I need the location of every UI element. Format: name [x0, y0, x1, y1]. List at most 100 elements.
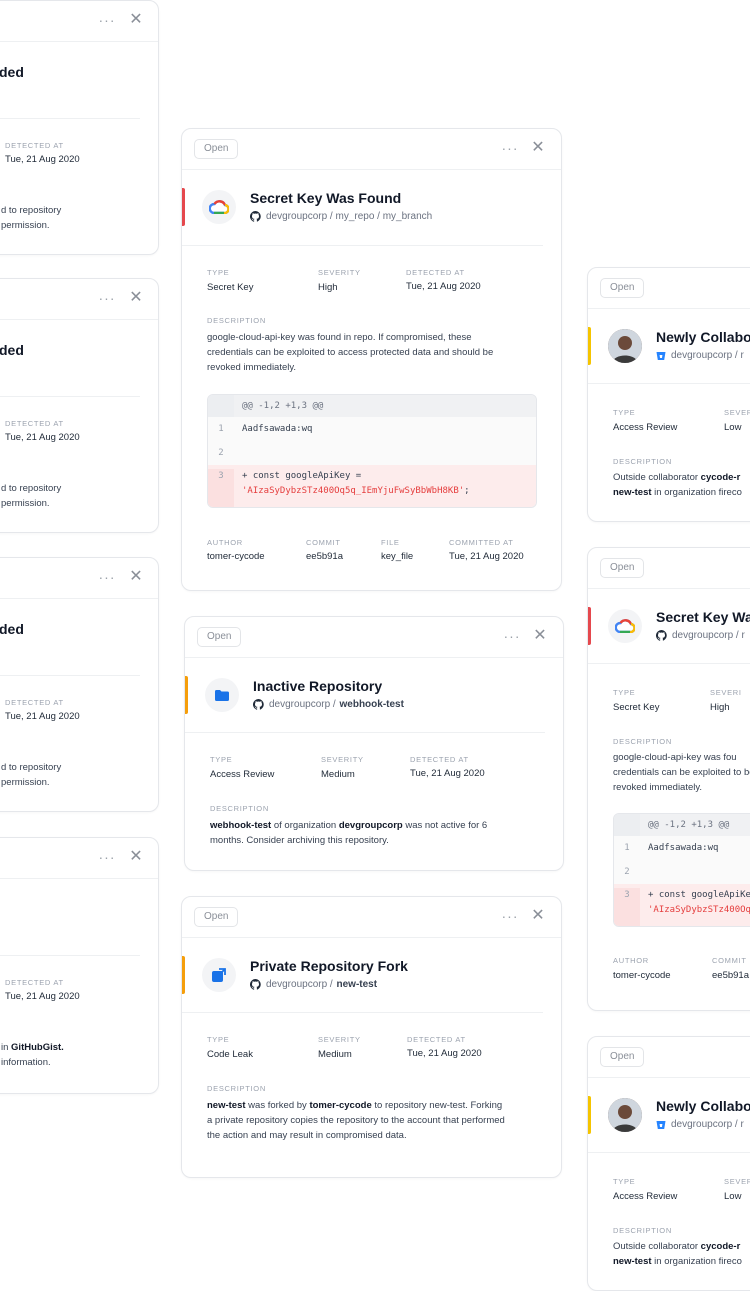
- alert-card-right-collab-2[interactable]: Open Newly Collabo devgroupcorp / r TYPE…: [587, 1036, 750, 1291]
- status-badge[interactable]: Open: [600, 558, 645, 578]
- alert-title: Private Repository Fork: [250, 958, 408, 974]
- severity-accent: [185, 676, 188, 714]
- detected-label: DETECTED AT: [5, 698, 64, 707]
- card-header: ··· ✕: [0, 558, 158, 599]
- close-icon[interactable]: ✕: [126, 11, 146, 31]
- avatar: [608, 329, 642, 363]
- repo-path[interactable]: devgroupcorp / my_repo / my_branch: [250, 211, 432, 222]
- google-cloud-icon: [202, 190, 236, 224]
- alert-description: d to repository permission.: [1, 760, 158, 790]
- alert-card-right-collab-1[interactable]: Open Newly Collabo devgroupcorp / r TYPE…: [587, 267, 750, 522]
- author-value[interactable]: tomer-cycode: [613, 970, 671, 981]
- diff-hunk-text: @@ -1,2 +1,3 @@: [242, 401, 324, 411]
- detected-value: Tue, 21 Aug 2020: [5, 711, 80, 722]
- repo-path-text: devgroupcorp / r: [671, 350, 744, 361]
- alert-title: Secret Key Wa: [656, 609, 750, 625]
- type-value: Access Review: [210, 769, 275, 780]
- type-label: TYPE: [613, 1177, 636, 1186]
- type-value: Secret Key: [613, 702, 660, 713]
- close-icon[interactable]: ✕: [530, 627, 550, 647]
- desc-text: permission.: [1, 777, 50, 788]
- repo-path[interactable]: devgroupcorp / webhook-test: [253, 699, 404, 710]
- detected-label: DETECTED AT: [5, 419, 64, 428]
- commit-label: COMMIT: [306, 538, 341, 547]
- alert-title: ded: [0, 64, 24, 80]
- author-label: AUTHOR: [207, 538, 243, 547]
- desc-text: was forked by: [245, 1100, 310, 1111]
- file-value[interactable]: key_file: [381, 551, 413, 562]
- diff-line: 2: [614, 860, 750, 884]
- alert-card-left-3[interactable]: ··· ✕ ded DETECTED AT Tue, 21 Aug 2020 d…: [0, 557, 159, 812]
- meta: TYPE Code Leak SEVERITY Medium DETECTED …: [182, 1013, 561, 1071]
- desc-text: d to repository: [1, 205, 62, 216]
- detected-label: DETECTED AT: [407, 1035, 466, 1044]
- more-options-icon[interactable]: ···: [500, 907, 520, 927]
- commit-value[interactable]: ee5b91a: [306, 551, 343, 562]
- meta: DETECTED AT Tue, 21 Aug 2020: [0, 956, 158, 1014]
- line-number: 1: [218, 424, 224, 434]
- code-diff: @@ -1,2 +1,3 @@ 1 Aadfsawada:wq 2 3 + co…: [613, 813, 750, 927]
- diff-line-added: 3 + const googleApiKe 'AIzaSyDybzSTz400O…: [614, 884, 750, 926]
- repo-path[interactable]: devgroupcorp / r: [656, 1119, 744, 1130]
- alert-description: google-cloud-api-key was fou credentials…: [613, 752, 750, 793]
- status-badge[interactable]: Open: [194, 139, 239, 159]
- fork-external-icon: [202, 958, 236, 992]
- code-text: + const googleApiKey =: [242, 471, 362, 481]
- more-options-icon[interactable]: ···: [97, 848, 117, 868]
- severity-label: SEVERITY: [321, 755, 364, 764]
- close-icon[interactable]: ✕: [528, 907, 548, 927]
- type-label: TYPE: [207, 1035, 230, 1044]
- close-icon[interactable]: ✕: [126, 848, 146, 868]
- more-options-icon[interactable]: ···: [97, 568, 117, 588]
- committed-value: Tue, 21 Aug 2020: [449, 551, 524, 562]
- alert-head: Private Repository Fork devgroupcorp / n…: [182, 938, 543, 1013]
- status-badge[interactable]: Open: [600, 278, 645, 298]
- desc-text: permission.: [1, 220, 50, 231]
- line-number: 2: [624, 867, 630, 877]
- alert-card-inactive-repo[interactable]: Open ··· ✕ Inactive Repository devgroupc…: [184, 616, 564, 871]
- alert-card-left-1[interactable]: ··· ✕ ded DETECTED AT Tue, 21 Aug 2020 d…: [0, 0, 159, 255]
- desc-bold: new-test: [207, 1100, 246, 1111]
- type-value: Secret Key: [207, 282, 254, 293]
- alert-card-left-2[interactable]: ··· ✕ ded DETECTED AT Tue, 21 Aug 2020 d…: [0, 278, 159, 533]
- detected-label: DETECTED AT: [5, 141, 64, 150]
- desc-text: of organization: [271, 820, 339, 831]
- repo-path-text: devgroupcorp / r: [671, 1119, 744, 1130]
- alert-card-repo-fork[interactable]: Open ··· ✕ Private Repository Fork devgr…: [181, 896, 562, 1178]
- card-title-area: ded: [0, 42, 140, 119]
- close-icon[interactable]: ✕: [528, 139, 548, 159]
- alert-card-right-secret[interactable]: Open Secret Key Wa devgroupcorp / r TYPE…: [587, 547, 750, 1011]
- repo-path[interactable]: devgroupcorp / r: [656, 630, 745, 641]
- repo-path[interactable]: devgroupcorp / r: [656, 350, 744, 361]
- alert-card-left-4[interactable]: ··· ✕ DETECTED AT Tue, 21 Aug 2020 in Gi…: [0, 837, 159, 1094]
- more-options-icon[interactable]: ···: [97, 289, 117, 309]
- status-badge[interactable]: Open: [600, 1047, 645, 1067]
- more-options-icon[interactable]: ···: [500, 139, 520, 159]
- type-value: Code Leak: [207, 1049, 253, 1060]
- author-value[interactable]: tomer-cycode: [207, 551, 265, 562]
- close-icon[interactable]: ✕: [126, 568, 146, 588]
- more-options-icon[interactable]: ···: [502, 627, 522, 647]
- alert-head: Secret Key Was Found devgroupcorp / my_r…: [182, 170, 543, 246]
- commit-value[interactable]: ee5b91a: [712, 970, 749, 981]
- card-header: Open: [588, 268, 750, 309]
- more-options-icon[interactable]: ···: [97, 11, 117, 31]
- status-badge[interactable]: Open: [197, 627, 242, 647]
- alert-head: Inactive Repository devgroupcorp / webho…: [185, 658, 545, 733]
- severity-accent: [182, 188, 185, 226]
- diff-line: 1 Aadfsawada:wq: [208, 417, 536, 441]
- repo-path[interactable]: devgroupcorp / new-test: [250, 979, 377, 990]
- desc-text: in organization fireco: [651, 1256, 742, 1267]
- card-header: ··· ✕: [0, 838, 158, 879]
- description-label: DESCRIPTION: [613, 737, 672, 746]
- type-label: TYPE: [613, 688, 636, 697]
- close-icon[interactable]: ✕: [126, 289, 146, 309]
- meta: TYPE Access Review SEVERI Low: [588, 1153, 750, 1211]
- alert-card-secret-key[interactable]: Open ··· ✕ Secret Key Was Found devgroup…: [181, 128, 562, 591]
- status-badge[interactable]: Open: [194, 907, 239, 927]
- alert-head: Secret Key Wa devgroupcorp / r: [588, 589, 750, 664]
- alert-description: Outside collaborator cycode-r new-test i…: [613, 470, 750, 500]
- card-header: Open: [588, 548, 750, 589]
